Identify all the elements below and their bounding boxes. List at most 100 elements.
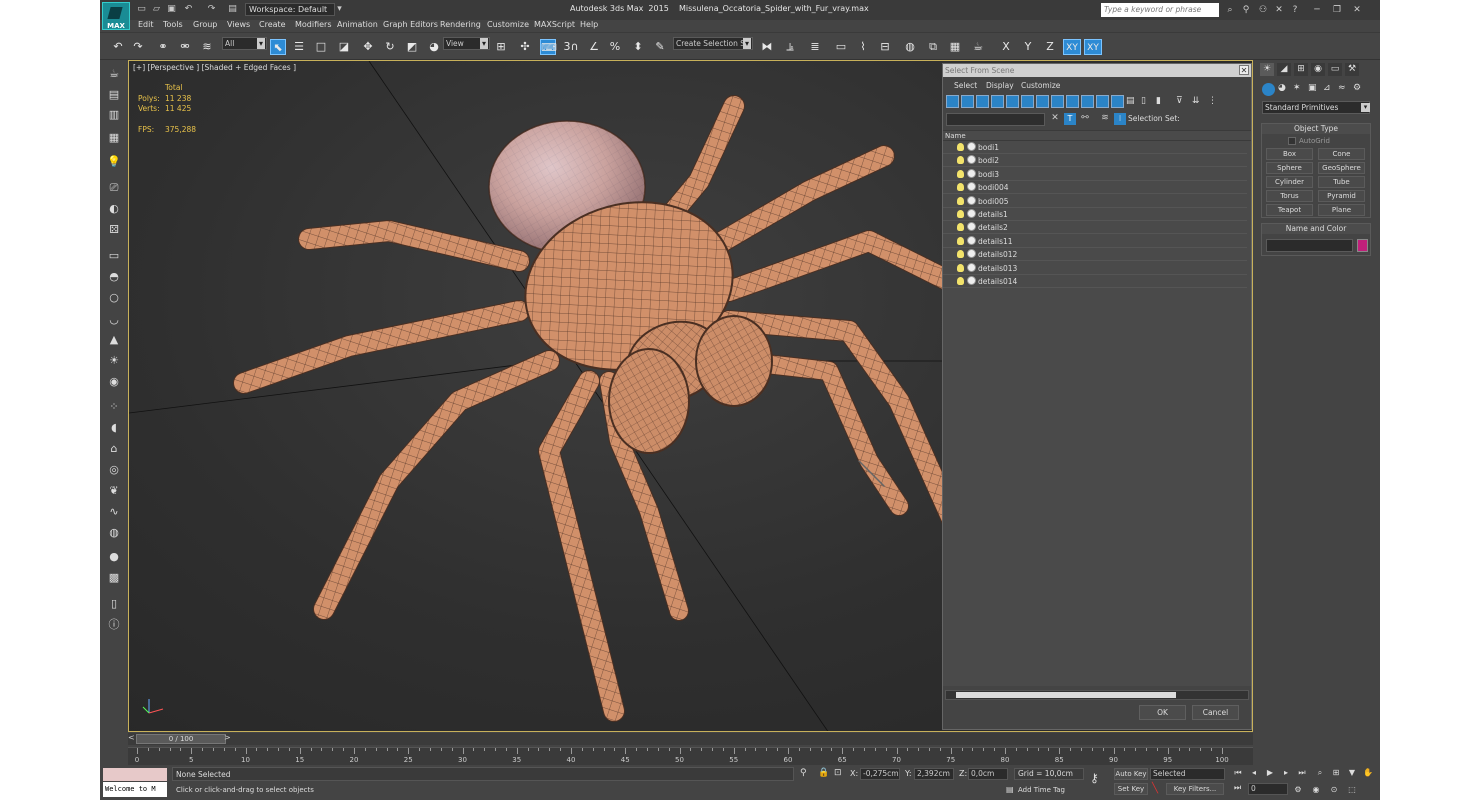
- absolute-mode-icon[interactable]: ⊡: [834, 768, 842, 778]
- menu-modifiers[interactable]: Modifiers: [295, 20, 332, 29]
- slider-next-arrow-icon[interactable]: >: [224, 733, 231, 742]
- workspace-arrow-icon[interactable]: ▾: [334, 4, 345, 15]
- percent-snap-icon[interactable]: %: [607, 39, 623, 55]
- pan-icon[interactable]: ✋: [1362, 767, 1374, 779]
- time-slider-thumb[interactable]: 0 / 100: [136, 734, 226, 744]
- new-file-icon[interactable]: ▭: [136, 4, 147, 15]
- visibility-bulb-icon[interactable]: [957, 196, 964, 205]
- display-lights-icon[interactable]: [976, 95, 989, 108]
- moon-icon[interactable]: ◐: [106, 201, 122, 217]
- menu-animation[interactable]: Animation: [337, 20, 378, 29]
- material-editor-icon[interactable]: ◍: [902, 39, 918, 55]
- named-selection-dropdown[interactable]: Create Selection Se: [673, 37, 753, 50]
- pivot-center-icon[interactable]: ⊞: [493, 39, 509, 55]
- cookie-icon[interactable]: ◍: [106, 525, 122, 541]
- list-item[interactable]: bodi005: [943, 195, 1247, 208]
- cylinder-button[interactable]: Cylinder: [1266, 176, 1313, 188]
- helpers-category-icon[interactable]: ⊿: [1323, 83, 1331, 93]
- capsule-icon[interactable]: ◖: [106, 420, 122, 436]
- autogrid-checkbox[interactable]: [1288, 137, 1296, 145]
- go-to-start-icon[interactable]: ⏮: [1232, 767, 1244, 779]
- hemisphere-icon[interactable]: ◓: [106, 269, 122, 285]
- utilities-tab-icon[interactable]: ⚒: [1345, 63, 1359, 76]
- motion-tab-icon[interactable]: ◉: [1311, 63, 1325, 76]
- key-filter-icon[interactable]: ╲: [1152, 783, 1158, 794]
- display-geometry-icon[interactable]: [946, 95, 959, 108]
- undo-icon[interactable]: ↶: [183, 4, 194, 15]
- key-mode-dropdown[interactable]: Selected: [1150, 768, 1225, 780]
- open-file-icon[interactable]: ▱: [151, 4, 162, 15]
- calendar-icon[interactable]: ▩: [106, 570, 122, 586]
- list-item[interactable]: details012: [943, 248, 1247, 262]
- menu-create[interactable]: Create: [259, 20, 286, 29]
- save-file-icon[interactable]: ▣: [166, 4, 177, 15]
- zoom-icon[interactable]: ⌕: [1314, 767, 1326, 779]
- object-type-header[interactable]: Object Type: [1262, 124, 1370, 134]
- display-tab-icon[interactable]: ▭: [1328, 63, 1342, 76]
- close-icon[interactable]: ✕: [1351, 4, 1363, 16]
- play-icon[interactable]: ▶: [1264, 767, 1276, 779]
- scrollbar-thumb[interactable]: [956, 692, 1176, 698]
- axis-x-button[interactable]: X: [998, 39, 1014, 55]
- grass-icon[interactable]: ❦: [106, 483, 122, 499]
- modify-tab-icon[interactable]: ◢: [1277, 63, 1291, 76]
- box-button[interactable]: Box: [1266, 148, 1313, 160]
- bowl-icon[interactable]: ◡: [106, 312, 122, 328]
- exchange-icon[interactable]: ✕: [1273, 4, 1285, 16]
- orbit-icon[interactable]: ◉: [1310, 784, 1322, 796]
- selection-filter-dropdown[interactable]: All: [222, 37, 267, 50]
- dialog-menu-display[interactable]: Display: [986, 81, 1014, 90]
- ok-button[interactable]: OK: [1139, 705, 1186, 720]
- select-manipulate-icon[interactable]: ✣: [517, 39, 533, 55]
- time-tag-icon[interactable]: ▤: [1006, 785, 1014, 794]
- find-case-sensitive-icon[interactable]: T: [1064, 113, 1076, 125]
- visibility-bulb-icon[interactable]: [957, 263, 964, 272]
- grid-icon[interactable]: ▦: [106, 130, 122, 146]
- menu-maxscript[interactable]: MAXScript: [534, 20, 575, 29]
- redo-icon[interactable]: ↷: [130, 39, 146, 55]
- visibility-bulb-icon[interactable]: [957, 250, 964, 259]
- display-frozen-icon[interactable]: [1096, 95, 1109, 108]
- lights-category-icon[interactable]: ✶: [1293, 83, 1301, 93]
- list-header-name[interactable]: Name: [943, 130, 1251, 141]
- visibility-bulb-icon[interactable]: [957, 210, 964, 218]
- key-mode-toggle-icon[interactable]: ⏭: [1234, 783, 1241, 793]
- dropdown-arrow-icon[interactable]: ▾: [1361, 103, 1370, 112]
- scale-icon[interactable]: ◩: [404, 39, 420, 55]
- dice-icon[interactable]: ⚄: [106, 222, 122, 238]
- list-item[interactable]: bodi1: [943, 141, 1247, 154]
- key-filters-button[interactable]: Key Filters...: [1166, 783, 1224, 795]
- next-frame-icon[interactable]: ▸: [1280, 767, 1292, 779]
- go-to-end-icon[interactable]: ⏭: [1296, 767, 1308, 779]
- layers-icon[interactable]: ≋: [1099, 113, 1111, 125]
- split-icon[interactable]: ▯: [106, 596, 122, 612]
- render-setup-icon[interactable]: ⧉: [925, 39, 941, 55]
- tube-button[interactable]: Tube: [1318, 176, 1365, 188]
- display-helpers-icon[interactable]: [1006, 95, 1019, 108]
- minimize-icon[interactable]: ─: [1311, 4, 1323, 16]
- pin-icon[interactable]: ⚲: [1240, 4, 1252, 16]
- y-coordinate-input[interactable]: 2,392cm: [914, 768, 954, 780]
- list-item[interactable]: details013: [943, 262, 1247, 275]
- maxscript-listener-input[interactable]: [103, 768, 167, 781]
- curve-editor-icon[interactable]: ⌇: [855, 39, 871, 55]
- hair-fur-icon[interactable]: ∿: [106, 504, 122, 520]
- list-item[interactable]: bodi004: [943, 181, 1247, 195]
- unlink-icon[interactable]: ⚮: [177, 39, 193, 55]
- list-item[interactable]: bodi3: [943, 168, 1247, 181]
- visibility-bulb-icon[interactable]: [957, 183, 964, 192]
- particles-icon[interactable]: ⁘: [106, 399, 122, 415]
- object-name-input[interactable]: [1266, 239, 1353, 252]
- hierarchy-tab-icon[interactable]: ⊞: [1294, 63, 1308, 76]
- set-key-icon[interactable]: ⚷: [1090, 771, 1099, 785]
- list-options-icon[interactable]: ⋮: [1208, 95, 1221, 108]
- plane-button[interactable]: Plane: [1318, 204, 1365, 216]
- rotate-icon[interactable]: ↻: [382, 39, 398, 55]
- visibility-bulb-icon[interactable]: [957, 143, 964, 151]
- menu-rendering[interactable]: Rendering: [440, 20, 481, 29]
- list-icon[interactable]: ▥: [106, 107, 122, 123]
- object-color-swatch[interactable]: [1357, 239, 1368, 252]
- select-children-icon[interactable]: ⚯: [1079, 113, 1091, 125]
- place-icon[interactable]: ◕: [426, 39, 442, 55]
- display-shapes-icon[interactable]: [961, 95, 974, 108]
